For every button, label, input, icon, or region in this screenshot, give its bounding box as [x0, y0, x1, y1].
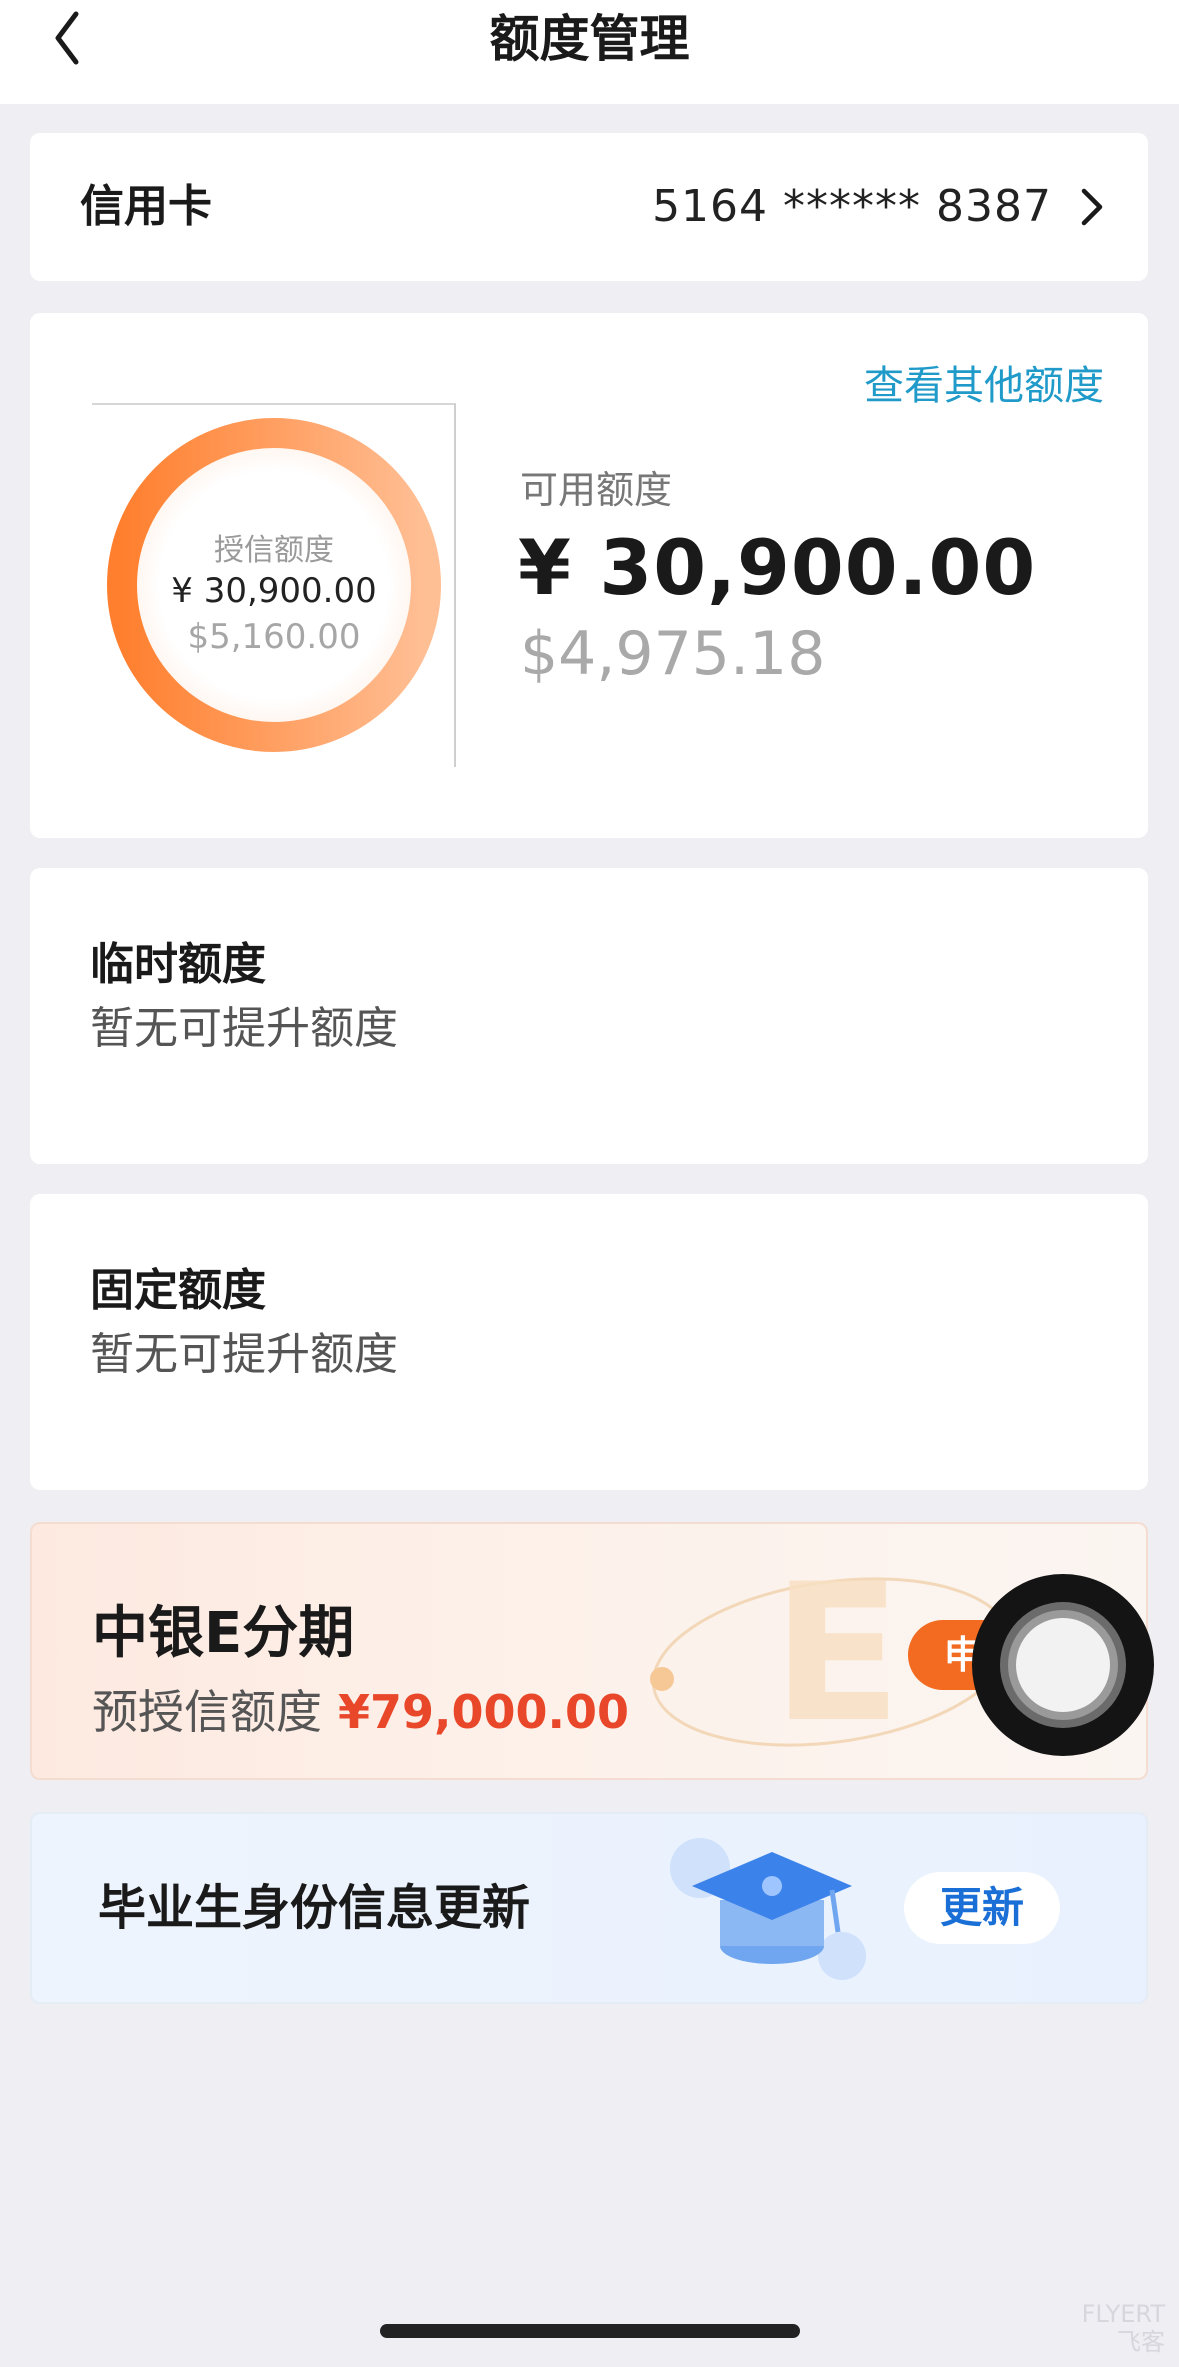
assistive-ring-icon	[1000, 1602, 1126, 1728]
credit-card-label: 信用卡	[80, 181, 212, 232]
graduate-update-card[interactable]: 毕业生身份信息更新 更新	[30, 1812, 1148, 2004]
fixed-quota-status: 暂无可提升额度	[90, 1329, 398, 1380]
credit-card-selector[interactable]: 信用卡 5164 ****** 8387	[30, 133, 1148, 281]
ring-cny-amount: ¥ 30,900.00	[171, 571, 377, 611]
fixed-quota-title: 固定额度	[90, 1265, 266, 1316]
quota-card: 查看其他额度 授信额度 ¥ 30,900.00 $5,160.00 可用额度 ¥…	[30, 313, 1148, 838]
fixed-quota-card[interactable]: 固定额度 暂无可提升额度	[30, 1194, 1148, 1490]
pre-approved-label: 预授信额度	[92, 1685, 322, 1739]
available-label: 可用额度	[520, 468, 673, 512]
assistive-touch-button[interactable]	[972, 1574, 1154, 1756]
navigation-bar: 额度管理	[0, 0, 1179, 104]
card-number: 5164 ****** 8387	[652, 181, 1052, 232]
watermark: FLYERT 飞客	[1081, 2300, 1165, 2356]
promo-title: 中银E分期	[92, 1601, 355, 1666]
temporary-quota-status: 暂无可提升额度	[90, 1003, 398, 1054]
available-cny-amount: ¥ 30,900.00	[518, 523, 1037, 612]
temporary-quota-title: 临时额度	[90, 939, 266, 990]
pre-approved-amount: ¥79,000.00	[338, 1685, 630, 1739]
update-button[interactable]: 更新	[904, 1872, 1060, 1944]
credit-limit-ring: 授信额度 ¥ 30,900.00 $5,160.00	[92, 403, 456, 767]
svg-text:E: E	[772, 1544, 902, 1764]
page-title: 额度管理	[489, 10, 690, 68]
temporary-quota-card[interactable]: 临时额度 暂无可提升额度	[30, 868, 1148, 1164]
graduation-cap-icon	[670, 1838, 866, 1980]
graduate-update-title: 毕业生身份信息更新	[98, 1880, 531, 1936]
available-usd-amount: $4,975.18	[520, 619, 826, 689]
view-other-quota-link[interactable]: 查看其他额度	[864, 353, 1104, 411]
ring-usd-amount: $5,160.00	[187, 617, 361, 657]
chevron-right-icon	[1081, 188, 1103, 226]
home-indicator	[380, 2324, 800, 2338]
ring-label: 授信额度	[214, 533, 334, 568]
promo-subtitle: 预授信额度 ¥79,000.00	[92, 1676, 629, 1742]
